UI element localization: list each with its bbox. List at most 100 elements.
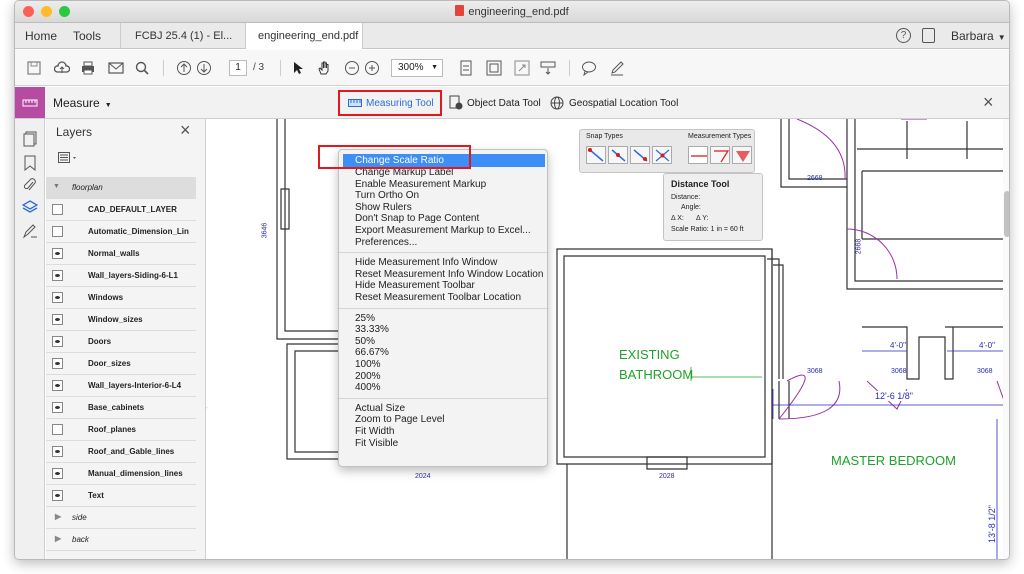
save-icon[interactable] (25, 59, 43, 77)
menu-item[interactable]: Export Measurement Markup to Excel... (355, 225, 531, 237)
scrollbar-thumb[interactable] (1004, 191, 1009, 237)
fit-width-icon[interactable] (485, 59, 503, 77)
layer-row[interactable]: CAD_DEFAULT_LAYER (46, 199, 196, 221)
object-data-tool-button[interactable]: Object Data Tool (449, 95, 541, 111)
tab-document-1[interactable]: FCBJ 25.4 (1) - El... (120, 23, 245, 49)
previous-page-icon[interactable] (175, 59, 193, 77)
menu-item[interactable]: Reset Measurement Info Window Location (355, 269, 543, 281)
layer-group-back[interactable]: ▶ back (46, 529, 196, 551)
tab-home[interactable]: Home (25, 23, 57, 49)
pages-icon[interactable] (23, 131, 37, 150)
menu-item[interactable]: 25% (355, 313, 375, 325)
page-number-input[interactable]: 1 (229, 60, 247, 76)
zoom-out-icon[interactable] (343, 59, 361, 77)
eye-visible-icon[interactable] (52, 380, 63, 391)
close-window-button[interactable] (23, 6, 34, 17)
comment-icon[interactable] (580, 59, 598, 77)
menu-item[interactable]: 66.67% (355, 347, 389, 359)
layers-icon[interactable] (21, 199, 39, 218)
next-page-icon[interactable] (195, 59, 213, 77)
eye-visible-icon[interactable] (52, 314, 63, 325)
eye-visible-icon[interactable] (52, 468, 63, 479)
perimeter-type-button[interactable] (710, 146, 730, 164)
snap-path-button[interactable] (630, 146, 650, 164)
menu-item[interactable]: Hide Measurement Info Window (355, 257, 497, 269)
tab-document-2[interactable]: engineering_end.pdf × (245, 23, 363, 68)
menu-item[interactable]: Preferences... (355, 237, 417, 249)
help-icon[interactable]: ? (896, 28, 911, 43)
fit-page-icon[interactable] (457, 59, 475, 77)
measure-dropdown[interactable]: Measure ▼ (53, 96, 112, 110)
eye-visible-icon[interactable] (52, 358, 63, 369)
eye-visible-icon[interactable] (52, 336, 63, 347)
bookmark-icon[interactable] (24, 155, 36, 174)
eye-visible-icon[interactable] (52, 292, 63, 303)
signature-icon[interactable] (22, 223, 38, 242)
menu-item[interactable]: Fit Visible (355, 438, 398, 450)
zoom-in-icon[interactable] (363, 59, 381, 77)
eye-visible-icon[interactable] (52, 270, 63, 281)
scrolling-mode-icon[interactable] (539, 59, 557, 77)
menu-item[interactable]: Fit Width (355, 426, 394, 438)
menu-item[interactable]: 200% (355, 371, 381, 383)
eye-visible-icon[interactable] (52, 402, 63, 413)
user-menu[interactable]: Barbara ▼ (951, 23, 1006, 49)
minimize-window-button[interactable] (41, 6, 52, 17)
menu-item[interactable]: Enable Measurement Markup (355, 179, 486, 191)
hand-tool-icon[interactable] (315, 59, 333, 77)
tab-tools[interactable]: Tools (73, 23, 101, 49)
upload-cloud-icon[interactable] (53, 59, 71, 77)
snap-endpoint-button[interactable] (586, 146, 606, 164)
layer-row[interactable]: Roof_and_Gable_lines (46, 441, 196, 463)
menu-item[interactable]: Don't Snap to Page Content (355, 213, 479, 225)
menu-item[interactable]: 50% (355, 336, 375, 348)
layer-row[interactable]: Roof_planes (46, 419, 196, 441)
layer-row[interactable]: Normal_walls (46, 243, 196, 265)
layer-row[interactable]: Windows (46, 287, 196, 309)
eye-visible-icon[interactable] (52, 248, 63, 259)
layer-row[interactable]: Door_sizes (46, 353, 196, 375)
layers-close-icon[interactable]: × (180, 120, 191, 141)
email-icon[interactable] (107, 59, 125, 77)
menu-item[interactable]: Actual Size (355, 403, 405, 415)
attachment-icon[interactable] (23, 177, 37, 196)
measuring-tool-button[interactable]: Measuring Tool (338, 90, 442, 116)
snap-intersection-button[interactable] (652, 146, 672, 164)
menu-item[interactable]: Show Rulers (355, 202, 412, 214)
eye-visible-icon[interactable] (52, 490, 63, 501)
layer-group-side[interactable]: ▶ side (46, 507, 196, 529)
area-type-button[interactable] (732, 146, 752, 164)
eye-visible-icon[interactable] (52, 446, 63, 457)
pen-markup-icon[interactable] (608, 59, 626, 77)
layer-row[interactable]: Doors (46, 331, 196, 353)
menu-item[interactable]: 33.33% (355, 324, 389, 336)
distance-type-button[interactable] (688, 146, 708, 164)
layer-row[interactable]: Window_sizes (46, 309, 196, 331)
zoom-level-select[interactable]: 300% ▼ (391, 59, 443, 77)
layer-row[interactable]: Manual_dimension_lines (46, 463, 196, 485)
menu-item[interactable]: 400% (355, 382, 381, 394)
menu-item[interactable]: Reset Measurement Toolbar Location (355, 292, 521, 304)
eye-hidden-checkbox[interactable] (52, 226, 63, 237)
full-screen-icon[interactable] (513, 59, 531, 77)
zoom-window-button[interactable] (59, 6, 70, 17)
geospatial-tool-button[interactable]: Geospatial Location Tool (549, 95, 678, 111)
eye-hidden-checkbox[interactable] (52, 424, 63, 435)
layer-row[interactable]: Base_cabinets (46, 397, 196, 419)
measure-close-icon[interactable]: × (983, 92, 994, 113)
menu-item[interactable]: Turn Ortho On (355, 190, 419, 202)
layer-row[interactable]: Text (46, 485, 196, 507)
menu-item[interactable]: Zoom to Page Level (355, 414, 445, 426)
select-arrow-icon[interactable] (289, 59, 307, 77)
search-icon[interactable] (133, 59, 151, 77)
document-status-icon[interactable] (922, 28, 935, 43)
vertical-scrollbar[interactable] (1003, 119, 1009, 559)
layer-row[interactable]: Wall_layers-Siding-6-L1 (46, 265, 196, 287)
menu-item[interactable]: Hide Measurement Toolbar (355, 280, 475, 292)
snap-midpoint-button[interactable] (608, 146, 628, 164)
menu-item[interactable]: 100% (355, 359, 381, 371)
eye-hidden-checkbox[interactable] (52, 204, 63, 215)
layer-group-floorplan[interactable]: ▼ floorplan (46, 177, 196, 199)
layers-options-button[interactable] (58, 151, 80, 165)
print-icon[interactable] (79, 59, 97, 77)
